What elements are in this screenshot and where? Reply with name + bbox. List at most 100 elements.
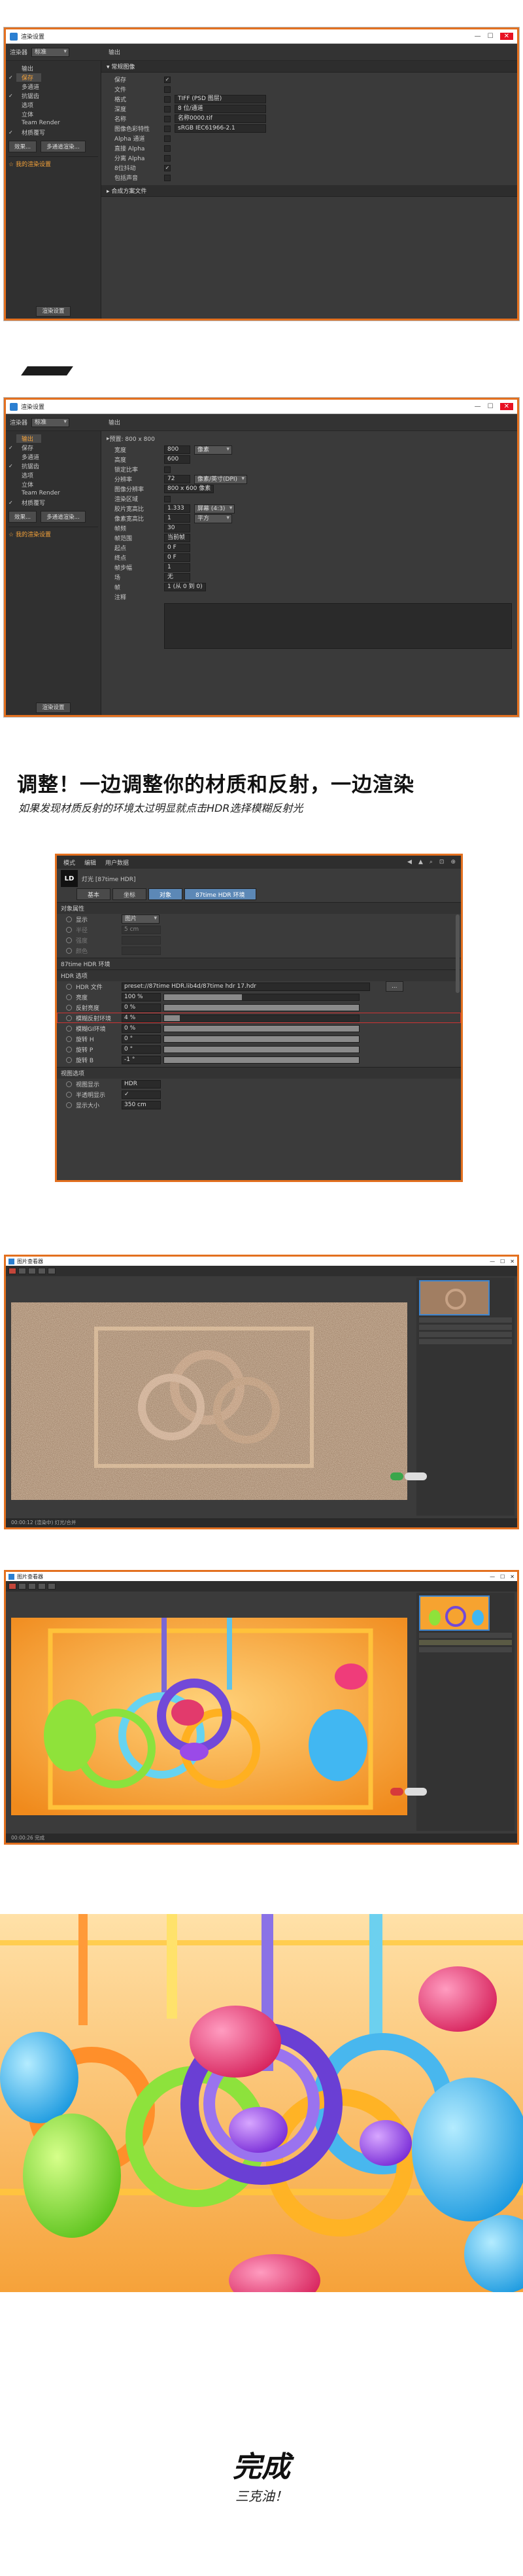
close-icon[interactable]: ✕ — [499, 33, 513, 40]
zoom-icon[interactable] — [48, 1583, 56, 1590]
save-icon[interactable] — [28, 1583, 36, 1590]
hdr-param-field[interactable]: -1 ° — [122, 1055, 161, 1064]
render-setting-item[interactable]: ☆ 我的渲染设置 — [8, 156, 98, 168]
setting-row[interactable]: 保存 ✓ — [101, 75, 517, 84]
multipass-button[interactable]: 多通道渲染... — [41, 511, 86, 523]
sidebar-item[interactable]: 输出 — [6, 63, 101, 73]
sidebar-item[interactable]: ✓ 材质覆写 — [6, 498, 101, 507]
attribute-tab[interactable]: 对象 — [148, 888, 183, 900]
output-row[interactable]: 场无 — [101, 572, 517, 582]
output-field[interactable]: 72 — [164, 475, 190, 483]
render-toggle[interactable] — [390, 1472, 427, 1480]
attribute-tab[interactable]: 坐标 — [112, 888, 147, 900]
toggle-on-icon[interactable] — [390, 1472, 403, 1480]
output-field[interactable]: 600 — [164, 455, 190, 464]
sidebar-item[interactable]: ✓ 抗锯齿 — [6, 461, 101, 470]
hdr-param-row[interactable]: 旋转 B -1 ° — [57, 1054, 461, 1065]
hdr-param-slider[interactable] — [163, 1003, 360, 1011]
setting-row[interactable]: 深度 8 位/通道 — [101, 104, 517, 114]
menu-item[interactable]: 用户数据 — [105, 858, 129, 867]
output-field[interactable]: 800 — [164, 445, 190, 454]
minimize-icon[interactable]: — — [490, 1259, 495, 1264]
setting-row[interactable]: 分离 Alpha — [101, 153, 517, 163]
hdr-param-row[interactable]: 模糊GI环境 0 % — [57, 1023, 461, 1034]
output-field[interactable]: 800 x 600 像素 — [164, 485, 214, 493]
animate-dot-icon[interactable] — [66, 1025, 72, 1032]
section-general-image[interactable]: ▾ 常规图像 — [101, 61, 517, 73]
checkmark-icon[interactable]: ✓ — [8, 463, 16, 469]
animate-dot-icon[interactable] — [66, 983, 72, 990]
animate-dot-icon[interactable] — [66, 916, 72, 922]
render-toggle[interactable] — [390, 1788, 427, 1796]
output-row[interactable]: 锁定比率 — [101, 464, 517, 474]
render-canvas-final[interactable] — [11, 1618, 407, 1815]
output-row[interactable]: 渲染区域 — [101, 494, 517, 504]
output-field[interactable]: 0 F — [164, 544, 190, 552]
menu-item[interactable]: 编辑 — [84, 858, 96, 867]
hdr-param-row[interactable]: HDR 文件 preset://87time HDR.lib4d/87time h… — [57, 981, 461, 992]
output-row[interactable]: 帧步幅 1 — [101, 563, 517, 572]
checkmark-icon[interactable]: ✓ — [8, 500, 16, 506]
hdr-param-row[interactable]: 亮度 100 % — [57, 992, 461, 1002]
add-render-setting-button[interactable]: 渲染设置 — [36, 703, 71, 713]
animate-dot-icon[interactable] — [66, 1102, 72, 1108]
hdr-param-field[interactable]: 0 ° — [122, 1045, 161, 1054]
hdr-param-field[interactable]: 0 ° — [122, 1034, 161, 1043]
maximize-icon[interactable]: ☐ — [500, 1259, 505, 1264]
unit-dropdown[interactable]: 像素 — [194, 445, 232, 455]
checkbox[interactable] — [164, 466, 171, 473]
sidebar-item[interactable]: 立体 — [6, 109, 101, 118]
browse-button[interactable]: … — [386, 981, 403, 992]
close-icon[interactable]: ✕ — [510, 1259, 515, 1264]
view-option-field[interactable]: HDR — [122, 1079, 161, 1088]
view-option-field[interactable]: 350 cm — [122, 1100, 161, 1109]
checkbox[interactable] — [164, 115, 171, 122]
menu-item[interactable]: 模式 — [63, 858, 75, 867]
sidebar-item[interactable]: ✓ 保存 — [6, 443, 101, 452]
hdr-param-slider[interactable] — [163, 1014, 360, 1022]
output-row[interactable]: 帧频 30 — [101, 523, 517, 533]
setting-field[interactable]: 8 位/通道 — [175, 105, 266, 113]
animate-dot-icon[interactable] — [66, 1015, 72, 1021]
hdr-param-slider[interactable] — [163, 1056, 360, 1064]
output-row[interactable]: 高度 600 — [101, 455, 517, 464]
arrow-left-icon[interactable]: ◀ — [407, 859, 412, 865]
output-field[interactable]: 1 — [164, 514, 190, 523]
scrollbar[interactable] — [456, 914, 460, 993]
hdr-param-field[interactable]: 0 % — [122, 1003, 161, 1012]
checkbox[interactable]: ✓ — [164, 76, 171, 83]
checkbox[interactable] — [164, 154, 171, 162]
output-row[interactable]: 图像分辨率 800 x 600 像素 — [101, 484, 517, 494]
animate-dot-icon[interactable] — [66, 1046, 72, 1053]
setting-row[interactable]: 8位抖动 ✓ — [101, 163, 517, 173]
animate-dot-icon[interactable] — [66, 1004, 72, 1011]
minimize-icon[interactable]: — — [490, 1574, 495, 1580]
hdr-param-row[interactable]: 旋转 H 0 ° — [57, 1034, 461, 1044]
sidebar-item[interactable]: Team Render — [6, 118, 101, 128]
checkbox[interactable] — [164, 174, 171, 181]
renderer-dropdown[interactable]: 标准 — [31, 417, 70, 427]
toggle-slider[interactable] — [405, 1472, 427, 1480]
compare-icon[interactable] — [38, 1583, 46, 1590]
animate-dot-icon[interactable] — [66, 1036, 72, 1042]
preset-row[interactable]: ▸ 预置: 800 x 800 — [101, 434, 517, 444]
output-row[interactable]: 终点 0 F — [101, 553, 517, 563]
render-canvas-noisy[interactable] — [11, 1302, 407, 1500]
unit-dropdown[interactable]: 像素/英寸(DPI) — [194, 474, 248, 484]
comment-textarea[interactable] — [164, 603, 512, 649]
setting-row[interactable]: Alpha 通道 — [101, 133, 517, 143]
sidebar-item[interactable]: 输出 — [6, 434, 101, 443]
section-hdr-environment[interactable]: 87time HDR 环境 — [57, 958, 461, 969]
setting-row[interactable]: 文件 — [101, 84, 517, 94]
checkbox[interactable] — [164, 135, 171, 142]
add-render-setting-button[interactable]: 渲染设置 — [36, 306, 71, 317]
display-dropdown[interactable]: 图片 — [122, 914, 160, 924]
output-field[interactable]: 1.333 — [164, 504, 190, 513]
checkbox[interactable] — [164, 495, 171, 502]
output-field[interactable]: 1 — [164, 563, 190, 572]
stop-icon[interactable] — [18, 1268, 26, 1274]
output-row[interactable]: 帧 1 (从 0 到 0) — [101, 582, 517, 592]
view-option-row[interactable]: 半透明显示 ✓ — [57, 1089, 461, 1100]
minimize-icon[interactable]: — — [475, 33, 481, 40]
hdr-param-slider[interactable] — [163, 1024, 360, 1032]
